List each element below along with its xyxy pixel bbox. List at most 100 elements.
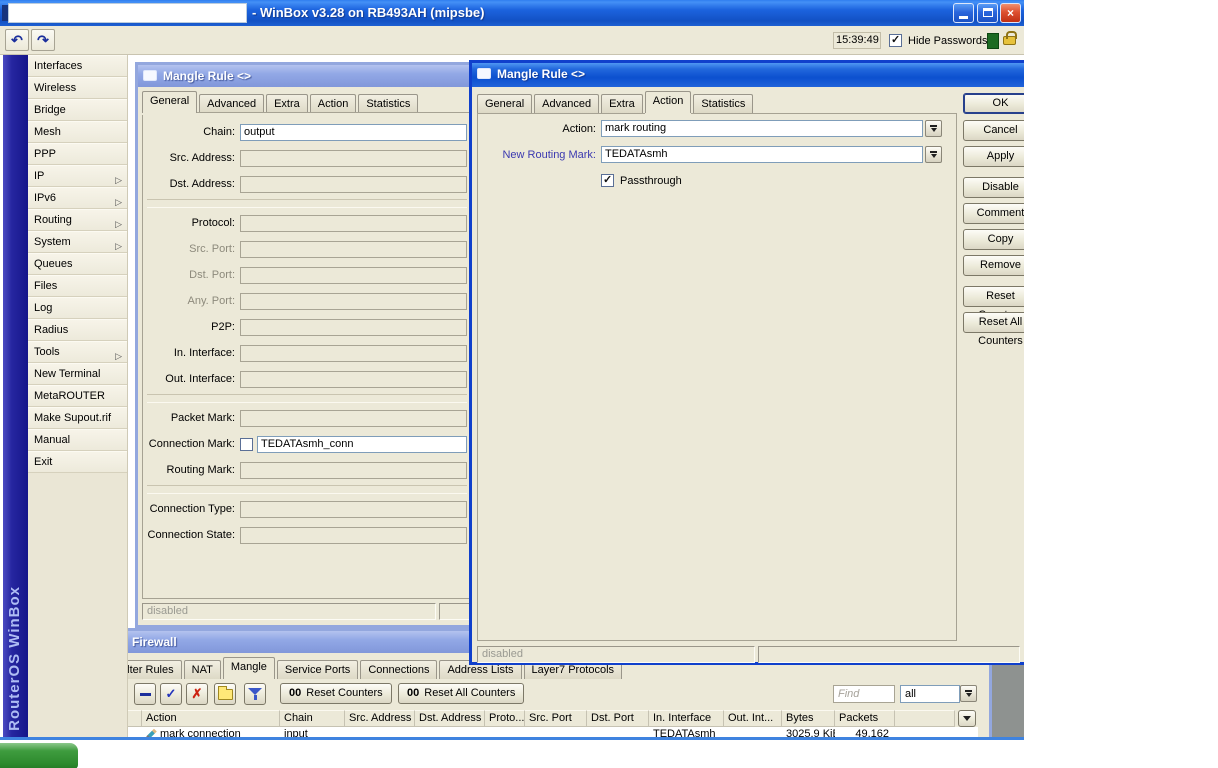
reset-all-counters-button[interactable]: Reset All Counters — [963, 312, 1024, 347]
rule-filter-dropdown-button[interactable] — [960, 685, 977, 702]
field-connection-mark[interactable]: TEDATAsmh_conn — [257, 435, 467, 453]
screen: - WinBox v3.28 on RB493AH (mipsbe) × ↶ ↷… — [0, 0, 1024, 768]
firewall-tab-mangle[interactable]: Mangle — [222, 657, 275, 679]
sidebar-item-label: Radius — [34, 324, 69, 336]
mangle-action-status-cell — [758, 646, 1020, 663]
column-header-in-interface[interactable]: In. Interface — [649, 710, 724, 727]
reset-all-counters-button[interactable]: 00 Reset All Counters — [398, 683, 525, 704]
sidebar-item-mesh[interactable]: Mesh — [28, 121, 127, 143]
mangle-general-titlebar[interactable]: Mangle Rule <> — [138, 65, 475, 87]
firewall-table-header: Action Chain Src. Address Dst. Address Proto… — [127, 710, 955, 727]
hide-passwords-checkbox[interactable] — [889, 33, 902, 47]
mangle-action-tab-action[interactable]: Action — [644, 91, 692, 113]
sidebar-item-radius[interactable]: Radius — [28, 319, 127, 341]
connection-mark-checkbox[interactable] — [240, 437, 253, 451]
rule-filter-select[interactable]: all — [900, 685, 960, 703]
sidebar-item-tools[interactable]: Tools ▷ — [28, 341, 127, 363]
apply-button[interactable]: Apply — [963, 146, 1024, 167]
comment-button[interactable]: Comment — [963, 203, 1024, 224]
action-field[interactable]: mark routing — [601, 120, 923, 137]
passthrough-checkbox[interactable] — [601, 173, 614, 187]
sidebar-item-bridge[interactable]: Bridge — [28, 99, 127, 121]
mangle-general-tab-statistics[interactable]: Statistics — [358, 94, 419, 113]
main-titlebar[interactable]: - WinBox v3.28 on RB493AH (mipsbe) × — [0, 0, 1024, 26]
dropdown-icon — [930, 125, 937, 132]
cancel-button[interactable]: Cancel — [963, 120, 1024, 141]
column-header-dst-port[interactable]: Dst. Port — [587, 710, 649, 727]
close-button[interactable]: × — [1000, 3, 1021, 23]
find-input[interactable]: Find — [833, 685, 895, 703]
mangle-general-tab-general[interactable]: General — [142, 91, 198, 113]
sidebar-item-manual[interactable]: Manual — [28, 429, 127, 451]
sidebar-item-metarouter[interactable]: MetaROUTER — [28, 385, 127, 407]
ok-button[interactable]: OK — [963, 93, 1024, 114]
mangle-action-title: Mangle Rule <> — [497, 67, 586, 81]
disable-rule-button[interactable]: ✗ — [186, 683, 208, 705]
reset-counters-button[interactable]: Reset Counters — [963, 286, 1024, 321]
sidebar-item-interfaces[interactable]: Interfaces — [28, 55, 127, 77]
column-header-action[interactable]: Action — [142, 710, 280, 727]
start-button[interactable] — [0, 743, 78, 768]
mangle-action-titlebar[interactable]: Mangle Rule <> — [472, 63, 1024, 87]
column-header-blank-12[interactable] — [895, 710, 955, 727]
sidebar-item-routing[interactable]: Routing ▷ — [28, 209, 127, 231]
firewall-tab-service-ports[interactable]: Service Ports — [276, 660, 359, 679]
field-dst-port — [240, 266, 467, 284]
mangle-general-tab-extra[interactable]: Extra — [266, 94, 308, 113]
reset-counters-button[interactable]: 00 Reset Counters — [280, 683, 392, 704]
mangle-general-tab-action[interactable]: Action — [309, 94, 357, 113]
sidebar-item-ppp[interactable]: PPP — [28, 143, 127, 165]
remove-button[interactable]: Remove — [963, 255, 1024, 276]
redo-button[interactable]: ↷ — [31, 29, 55, 51]
filter-button[interactable] — [244, 683, 266, 705]
sidebar-item-exit[interactable]: Exit — [28, 451, 127, 473]
main-toolbar: ↶ ↷ 15:39:49 Hide Passwords — [0, 26, 1024, 55]
remove-rule-button[interactable] — [134, 683, 156, 705]
mangle-action-tab-advanced[interactable]: Advanced — [534, 94, 600, 113]
firewall-tab-nat[interactable]: NAT — [183, 660, 221, 679]
disable-button[interactable]: Disable — [963, 177, 1024, 198]
new-routing-mark-dropdown-button[interactable] — [925, 146, 942, 163]
column-header-bytes[interactable]: Bytes — [782, 710, 835, 727]
comment-rule-button[interactable] — [214, 683, 236, 705]
column-header-proto[interactable]: Proto... — [485, 710, 525, 727]
minimize-button[interactable] — [953, 3, 974, 23]
field-packet-mark — [240, 409, 467, 427]
new-routing-mark-field[interactable]: TEDATAsmh — [601, 146, 923, 163]
sidebar-item-system[interactable]: System ▷ — [28, 231, 127, 253]
sidebar-item-make-supout-rif[interactable]: Make Supout.rif — [28, 407, 127, 429]
column-header-packets[interactable]: Packets — [835, 710, 895, 727]
mangle-action-tab-general[interactable]: General — [477, 94, 533, 113]
mangle-action-status: disabled — [477, 646, 755, 663]
column-header-dst-address[interactable]: Dst. Address — [415, 710, 485, 727]
column-options-button[interactable] — [958, 710, 976, 727]
column-header-src-port[interactable]: Src. Port — [525, 710, 587, 727]
column-header-blank-0[interactable] — [127, 710, 142, 727]
sidebar-item-ip[interactable]: IP ▷ — [28, 165, 127, 187]
sidebar-item-label: Queues — [34, 258, 73, 270]
sidebar-item-files[interactable]: Files — [28, 275, 127, 297]
action-dropdown-button[interactable] — [925, 120, 942, 137]
sidebar-item-queues[interactable]: Queues — [28, 253, 127, 275]
sidebar-item-wireless[interactable]: Wireless — [28, 77, 127, 99]
sidebar-item-new-terminal[interactable]: New Terminal — [28, 363, 127, 385]
enable-rule-button[interactable]: ✓ — [160, 683, 182, 705]
sidebar-item-log[interactable]: Log — [28, 297, 127, 319]
mangle-general-window-icon — [143, 70, 157, 81]
sidebar-item-ipv6[interactable]: IPv6 ▷ — [28, 187, 127, 209]
field-row-protocol: Protocol: — [145, 210, 467, 236]
column-header-out-int[interactable]: Out. Int... — [724, 710, 782, 727]
sidebar-item-label: MetaROUTER — [34, 390, 105, 402]
column-header-src-address[interactable]: Src. Address — [345, 710, 415, 727]
mangle-action-tab-extra[interactable]: Extra — [601, 94, 643, 113]
mangle-action-tab-statistics[interactable]: Statistics — [693, 94, 754, 113]
copy-button[interactable]: Copy — [963, 229, 1024, 250]
field-connection-state — [240, 526, 467, 544]
mangle-general-tab-advanced[interactable]: Advanced — [199, 94, 265, 113]
sidebar-item-label: Files — [34, 280, 58, 292]
column-header-chain[interactable]: Chain — [280, 710, 345, 727]
undo-button[interactable]: ↶ — [5, 29, 29, 51]
field-chain[interactable]: output — [240, 123, 467, 141]
maximize-button[interactable] — [977, 3, 998, 23]
firewall-tab-connections[interactable]: Connections — [360, 660, 438, 679]
